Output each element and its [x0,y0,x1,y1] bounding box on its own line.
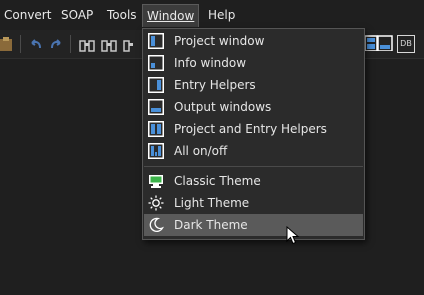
menu-item-label: Entry Helpers [174,78,256,92]
clipboard-icon[interactable] [0,36,14,52]
sun-icon [148,195,164,211]
menu-item-label: Project and Entry Helpers [174,122,327,136]
menu-tools[interactable]: Tools [104,5,140,25]
moon-icon [149,217,164,232]
menu-help-label: Help [208,8,236,22]
menu-soap[interactable]: SOAP [58,5,96,25]
output-layout-icon[interactable] [377,35,393,51]
database-icon[interactable]: DB [397,35,415,53]
redo-icon[interactable] [49,36,63,52]
menu-item-label: Dark Theme [174,218,248,232]
menu-item-all-on-off[interactable]: All on/off [144,140,363,162]
menu-item-info-window[interactable]: Info window [144,52,363,74]
menu-convert[interactable]: Convert [1,5,54,25]
menu-item-dark-theme[interactable]: Dark Theme [144,214,363,236]
entry-helpers-icon [148,77,164,93]
find-replace-icon[interactable] [101,36,117,52]
menu-window[interactable]: Window [142,4,200,27]
undo-icon[interactable] [29,36,43,52]
menu-item-entry-helpers[interactable]: Entry Helpers [144,74,363,96]
menu-bar: Convert SOAP Tools Window Help [0,0,424,31]
find-next-icon[interactable] [123,36,139,52]
menu-soap-label: SOAP [61,8,94,22]
menu-item-label: All on/off [174,144,228,158]
menu-tools-label: Tools [107,8,137,22]
database-label: DB [400,39,412,48]
layout-toggle-icon[interactable] [364,35,378,51]
mouse-cursor-icon [286,226,300,245]
window-menu-dropdown: Project window Info window Entry Helpers… [142,28,365,240]
project-window-icon [148,33,164,49]
menu-item-classic-theme[interactable]: Classic Theme [144,170,363,192]
menu-item-output-windows[interactable]: Output windows [144,96,363,118]
menu-item-label: Info window [174,56,247,70]
output-windows-icon [148,99,164,115]
menu-item-light-theme[interactable]: Light Theme [144,192,363,214]
all-on-off-icon [148,143,164,159]
menu-convert-label: Convert [4,8,52,22]
menu-item-label: Output windows [174,100,272,114]
toolbar-separator [20,35,21,53]
menu-help[interactable]: Help [205,5,238,25]
project-entry-helpers-icon [148,121,164,137]
toolbar-separator [70,35,71,53]
menu-item-label: Light Theme [174,196,250,210]
binoculars-icon[interactable] [79,36,95,52]
menu-window-label: Window [147,9,195,23]
menu-item-label: Project window [174,34,265,48]
classic-theme-icon [149,175,163,188]
menu-item-project-window[interactable]: Project window [144,30,363,52]
menu-separator [144,166,363,167]
menu-item-project-and-entry-helpers[interactable]: Project and Entry Helpers [144,118,363,140]
info-window-icon [148,55,164,71]
menu-item-label: Classic Theme [174,174,261,188]
